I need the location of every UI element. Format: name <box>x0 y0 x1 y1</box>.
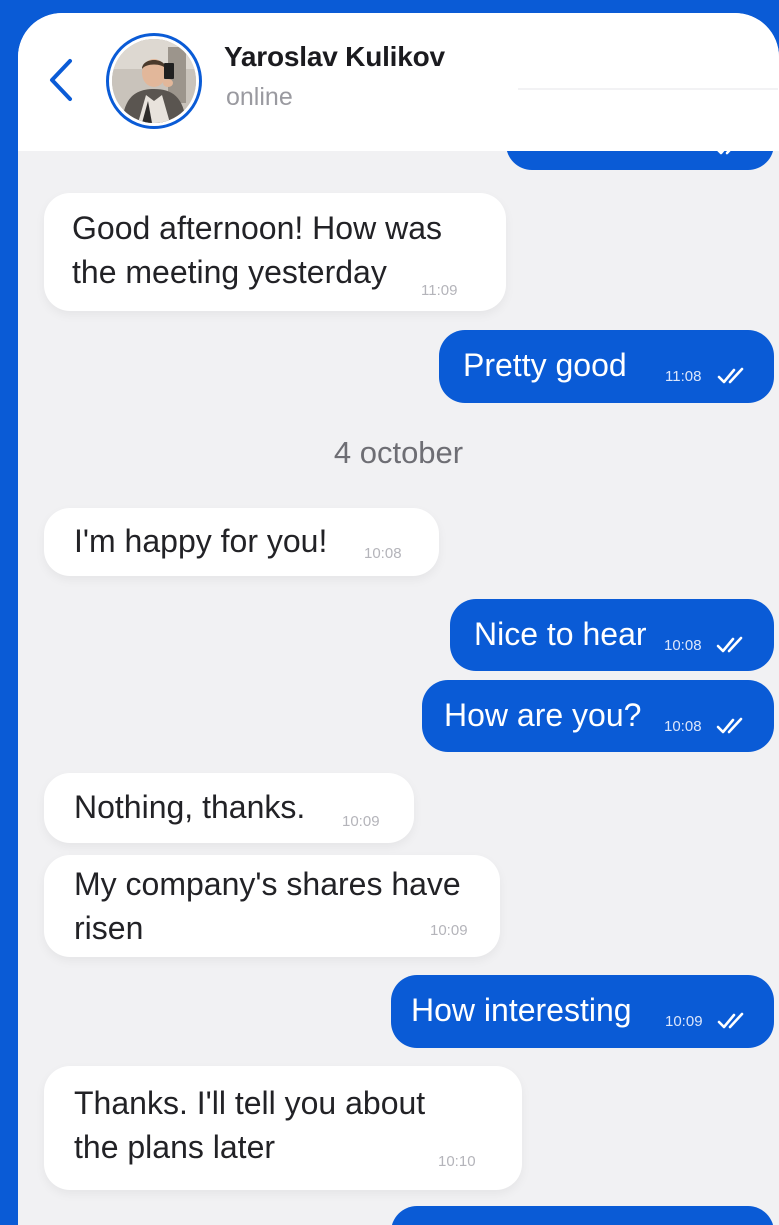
double-check-icon <box>716 636 743 653</box>
message-text: Nice to hear <box>474 616 647 652</box>
message-bubble-incoming[interactable]: Nothing, thanks. 10:09 <box>44 773 414 843</box>
message-bubble-incoming[interactable]: Good afternoon! How was the meeting yest… <box>44 193 506 311</box>
header-divider <box>518 88 778 90</box>
double-check-icon <box>716 717 743 734</box>
message-time: 10:09 <box>430 922 468 939</box>
message-time: 10:08 <box>664 637 702 654</box>
message-text-line: Thanks. I'll tell you about <box>74 1085 426 1121</box>
contact-status: online <box>226 83 293 111</box>
message-text: I'm happy for you! <box>74 523 328 559</box>
message-text-line: My company's shares have <box>74 866 461 902</box>
double-check-icon <box>717 367 744 384</box>
message-text: How interesting <box>411 992 632 1028</box>
message-time: 10:08 <box>364 545 402 562</box>
avatar-photo <box>112 39 196 123</box>
message-text-line: the meeting yesterday <box>72 254 387 290</box>
message-bubble-outgoing[interactable]: Pretty good 11:08 <box>439 330 774 403</box>
avatar[interactable] <box>106 33 202 129</box>
message-text: How are you? <box>444 697 642 733</box>
message-bubble-incoming[interactable]: Thanks. I'll tell you about the plans la… <box>44 1066 522 1190</box>
message-bubble-incoming[interactable]: My company's shares have risen 10:09 <box>44 855 500 957</box>
message-time: 10:09 <box>665 1013 703 1030</box>
chat-header: Yaroslav Kulikov online <box>18 13 779 151</box>
message-bubble-outgoing[interactable]: How interesting 10:09 <box>391 975 774 1048</box>
message-time: 11:08 <box>665 368 702 385</box>
message-bubble-incoming[interactable]: I'm happy for you! 10:08 <box>44 508 439 576</box>
message-bubble-outgoing[interactable]: Nice to hear 10:08 <box>450 599 774 671</box>
chat-screen: Yaroslav Kulikov online Good afternoon! … <box>18 13 779 1225</box>
back-arrow-icon[interactable] <box>40 55 80 105</box>
message-text-line: Good afternoon! How was <box>72 210 442 246</box>
message-bubble-outgoing[interactable]: How are you? 10:08 <box>422 680 774 752</box>
date-separator: 4 october <box>333 435 464 470</box>
message-bubble-outgoing-partial[interactable] <box>391 1206 774 1225</box>
message-text-line: the plans later <box>74 1129 276 1165</box>
message-time: 10:08 <box>664 718 702 735</box>
double-check-icon <box>717 1012 744 1029</box>
message-text: Pretty good <box>463 347 627 383</box>
message-time: 10:10 <box>438 1153 476 1170</box>
message-time: 10:09 <box>342 813 380 830</box>
contact-name: Yaroslav Kulikov <box>224 41 445 72</box>
message-text-line: risen <box>74 910 144 946</box>
message-time: 11:09 <box>421 282 458 299</box>
message-text: Nothing, thanks. <box>74 789 306 825</box>
